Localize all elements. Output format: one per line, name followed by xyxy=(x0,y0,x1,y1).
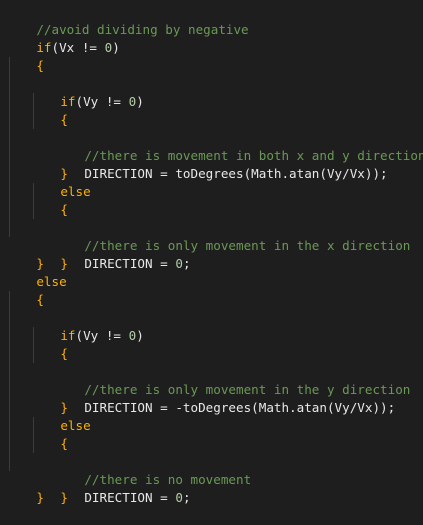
code-line-16: { xyxy=(0,273,423,307)
indent-guide xyxy=(9,201,10,219)
close-brace: } xyxy=(60,490,68,505)
indent-guide xyxy=(9,75,10,93)
code-line-13: } xyxy=(0,219,423,271)
code-line-15: else xyxy=(0,255,423,289)
code-line-7: DIRECTION = toDegrees(Math.atan(Vy/Vx)); xyxy=(0,111,423,181)
close-brace: } xyxy=(36,490,44,505)
indent-guide xyxy=(9,165,10,183)
indent-guide xyxy=(9,345,10,363)
indent-guide xyxy=(9,435,10,453)
code-line-4: if(Vy != 0) xyxy=(0,57,423,109)
indent-guide xyxy=(9,219,10,237)
code-line-3: { xyxy=(0,39,423,73)
code-line-23: { xyxy=(0,399,423,451)
code-line-25: DIRECTION = 0; xyxy=(0,435,423,505)
code-line-8: } xyxy=(0,129,423,181)
indent-guide xyxy=(33,93,34,111)
indent-guide xyxy=(9,417,10,435)
indent-guide xyxy=(9,381,10,399)
indent-guide xyxy=(9,111,10,129)
indent-guide xyxy=(33,327,34,345)
code-line-21: } xyxy=(0,363,423,415)
indent-guide xyxy=(33,111,34,129)
code-line-18: { xyxy=(0,309,423,361)
code-line-20: DIRECTION = -toDegrees(Math.atan(Vy/Vx))… xyxy=(0,345,423,415)
code-text: DIRECTION = xyxy=(84,490,176,505)
indent-guide xyxy=(9,309,10,327)
indent-guide xyxy=(9,399,10,417)
indent-guide xyxy=(9,147,10,165)
indent-guide xyxy=(9,291,10,309)
code-line-19: //there is only movement in the y direct… xyxy=(0,327,423,397)
indent-guide xyxy=(33,435,34,453)
code-line-11: //there is only movement in the x direct… xyxy=(0,183,423,253)
code-line-24: //there is no movement xyxy=(0,417,423,487)
indent-guide xyxy=(9,453,10,471)
indent-guide xyxy=(9,93,10,111)
indent-guide xyxy=(9,327,10,345)
code-line-6: //there is movement in both x and y dire… xyxy=(0,93,423,163)
code-line-12: DIRECTION = 0; xyxy=(0,201,423,271)
number-literal: 0 xyxy=(175,490,183,505)
code-line-9: else xyxy=(0,147,423,199)
code-line-5: { xyxy=(0,75,423,127)
indent-guide xyxy=(9,363,10,381)
indent-guide xyxy=(33,201,34,219)
code-line-1: //avoid dividing by negative xyxy=(0,3,423,37)
indent-guide xyxy=(33,183,34,201)
indent-guide xyxy=(33,345,34,363)
code-line-10: { xyxy=(0,165,423,217)
code-line-14: } xyxy=(0,237,423,271)
code-line-26: } xyxy=(0,453,423,505)
code-line-27: } xyxy=(0,471,423,505)
code-line-22: else xyxy=(0,381,423,433)
code-editor[interactable]: //avoid dividing by negative if(Vx != 0)… xyxy=(0,0,423,505)
code-line-17: if(Vy != 0) xyxy=(0,291,423,343)
code-line-2: if(Vx != 0) xyxy=(0,21,423,55)
indent-guide xyxy=(9,57,10,75)
indent-guide xyxy=(9,129,10,147)
code-text: ; xyxy=(182,490,191,505)
indent-guide xyxy=(33,417,34,435)
indent-guide xyxy=(9,183,10,201)
